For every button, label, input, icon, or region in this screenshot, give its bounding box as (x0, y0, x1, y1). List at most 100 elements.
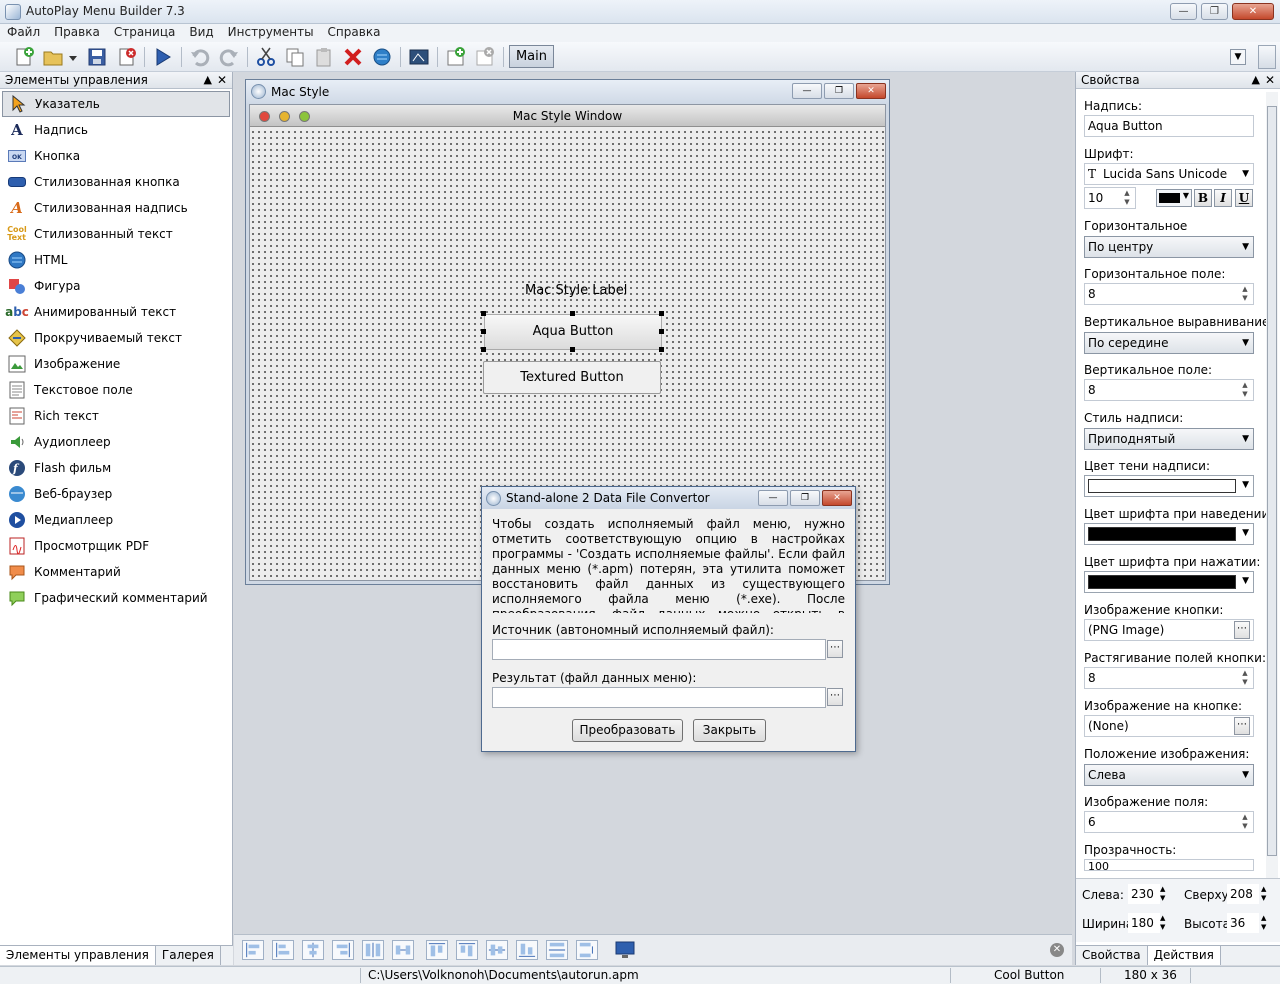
textured-button[interactable]: Textured Button (483, 361, 661, 394)
tool-comment[interactable]: Комментарий (0, 559, 232, 585)
distribute-horizontally-icon[interactable] (392, 940, 414, 960)
h-margin-spinner[interactable]: ▲ ▼ (1239, 285, 1251, 303)
width-input[interactable]: 180 (1128, 913, 1160, 933)
menu-page[interactable]: Страница (107, 24, 183, 42)
tool-image[interactable]: Изображение (0, 351, 232, 377)
properties-scrollbar[interactable] (1266, 92, 1278, 882)
close-panel-icon[interactable]: ✕ (1265, 72, 1275, 88)
menu-help[interactable]: Справка (321, 24, 388, 42)
tool-styled-label[interactable]: A Стилизованная надпись (0, 195, 232, 221)
button-image-input[interactable]: (PNG Image) ⋯ (1084, 619, 1254, 641)
dialog-close-text-button[interactable]: Закрыть (693, 719, 766, 742)
open-dropdown-icon[interactable] (66, 46, 80, 68)
left-input[interactable]: 230 (1128, 884, 1160, 904)
close-button[interactable]: ✕ (1232, 3, 1274, 20)
tab-properties[interactable]: Свойства (1076, 946, 1148, 965)
image-position-select[interactable]: Слева ▼ (1084, 764, 1254, 786)
close-document-icon[interactable] (116, 46, 138, 68)
mac-style-label[interactable]: Mac Style Label (525, 283, 627, 298)
tool-web-browser[interactable]: Веб-браузер (0, 481, 232, 507)
pin-icon[interactable]: ▲ (1252, 72, 1260, 88)
height-input[interactable]: 36 (1227, 913, 1259, 933)
font-size-input[interactable]: 10 ▲ ▼ (1084, 187, 1136, 209)
tool-pointer[interactable]: Указатель (2, 91, 230, 117)
left-spinner[interactable]: ▲ ▼ (1160, 885, 1165, 903)
dialog-close-button[interactable]: ✕ (822, 490, 852, 506)
resize-handle-w[interactable] (481, 329, 486, 334)
cut-icon[interactable] (255, 46, 277, 68)
underline-button[interactable]: U (1235, 189, 1253, 207)
tab-actions[interactable]: Действия (1147, 946, 1221, 965)
resize-handle-e[interactable] (659, 329, 664, 334)
redo-icon[interactable] (218, 46, 240, 68)
toolbar-options-icon[interactable]: ▼ (1230, 49, 1246, 65)
menu-view[interactable]: Вид (182, 24, 220, 42)
image-on-button-browse-button[interactable]: ⋯ (1234, 717, 1250, 735)
resize-handle-n[interactable] (570, 311, 575, 316)
align-right-edges-icon[interactable] (332, 940, 354, 960)
align-horizontal-center-icon[interactable] (302, 940, 324, 960)
tool-label[interactable]: A Надпись (0, 117, 232, 143)
toolbar-grip[interactable] (1258, 45, 1276, 69)
scrollbar-thumb[interactable] (1267, 106, 1277, 856)
shadow-color-picker[interactable]: ▼ (1084, 475, 1254, 497)
h-margin-input[interactable]: 8 ▲ ▼ (1084, 283, 1254, 305)
align-bottom-edges-icon[interactable] (516, 940, 538, 960)
space-horizontally-icon[interactable] (362, 940, 384, 960)
tool-button[interactable]: OK Кнопка (0, 143, 232, 169)
image-margin-input[interactable]: 6 ▲ ▼ (1084, 811, 1254, 833)
tool-animated-text[interactable]: a b c Анимированный текст (0, 299, 232, 325)
stretch-spinner[interactable]: ▲ ▼ (1239, 669, 1251, 687)
tool-html[interactable]: HTML (0, 247, 232, 273)
font-color-picker[interactable]: ▼ (1156, 189, 1192, 207)
tool-shape[interactable]: Фигура (0, 273, 232, 299)
page-close-button[interactable]: ✕ (856, 83, 886, 99)
tab-gallery[interactable]: Галерея (156, 946, 221, 965)
tool-text-field[interactable]: Текстовое поле (0, 377, 232, 403)
close-alignment-toolbar-icon[interactable]: ✕ (1050, 943, 1064, 957)
space-vertically-icon[interactable] (546, 940, 568, 960)
convert-button[interactable]: Преобразовать (572, 719, 683, 742)
minimize-button[interactable]: — (1170, 3, 1197, 20)
delete-page-icon[interactable] (474, 46, 496, 68)
dialog-maximize-button[interactable]: ❐ (790, 490, 820, 506)
tool-rich-text[interactable]: Rich текст (0, 403, 232, 429)
font-size-spinner[interactable]: ▲ ▼ (1121, 189, 1133, 207)
image-margin-spinner[interactable]: ▲ ▼ (1239, 813, 1251, 831)
h-align-select[interactable]: По центру ▼ (1084, 236, 1254, 258)
page-minimize-button[interactable]: — (792, 83, 822, 99)
undo-icon[interactable] (189, 46, 211, 68)
image-on-button-input[interactable]: (None) ⋯ (1084, 715, 1254, 737)
tool-styled-text[interactable]: Cool Text Стилизованный текст (0, 221, 232, 247)
align-top-edges-icon[interactable] (426, 940, 448, 960)
menu-file[interactable]: Файл (0, 24, 47, 42)
width-spinner[interactable]: ▲ ▼ (1160, 914, 1165, 932)
resize-handle-ne[interactable] (659, 311, 664, 316)
top-spinner[interactable]: ▲ ▼ (1261, 885, 1266, 903)
menu-edit[interactable]: Правка (47, 24, 107, 42)
transparency-input[interactable]: 100 (1084, 859, 1254, 871)
page-maximize-button[interactable]: ❐ (824, 83, 854, 99)
source-input[interactable] (492, 639, 826, 660)
caption-input[interactable]: Aqua Button (1084, 115, 1254, 137)
tool-scrolling-text[interactable]: Прокручиваемый текст (0, 325, 232, 351)
result-input[interactable] (492, 687, 826, 708)
resize-handle-se[interactable] (659, 347, 664, 352)
open-folder-icon[interactable] (42, 46, 64, 68)
maximize-button[interactable]: ❐ (1201, 3, 1228, 20)
page-tab-main[interactable]: Main (509, 45, 554, 68)
distribute-vertically-icon[interactable] (576, 940, 598, 960)
caption-style-select[interactable]: Приподнятый ▼ (1084, 428, 1254, 450)
dialog-minimize-button[interactable]: — (758, 490, 788, 506)
source-browse-button[interactable]: ⋯ (827, 640, 843, 658)
resize-handle-nw[interactable] (481, 311, 486, 316)
align-left-edges-icon[interactable] (242, 940, 264, 960)
v-margin-input[interactable]: 8 ▲ ▼ (1084, 379, 1254, 401)
tool-pdf-viewer[interactable]: Просмотрщик PDF (0, 533, 232, 559)
tool-audio-player[interactable]: Аудиоплеер (0, 429, 232, 455)
copy-icon[interactable] (284, 46, 306, 68)
resize-handle-s[interactable] (570, 347, 575, 352)
paste-icon[interactable] (313, 46, 335, 68)
bold-button[interactable]: B (1194, 189, 1212, 207)
button-image-browse-button[interactable]: ⋯ (1234, 621, 1250, 639)
